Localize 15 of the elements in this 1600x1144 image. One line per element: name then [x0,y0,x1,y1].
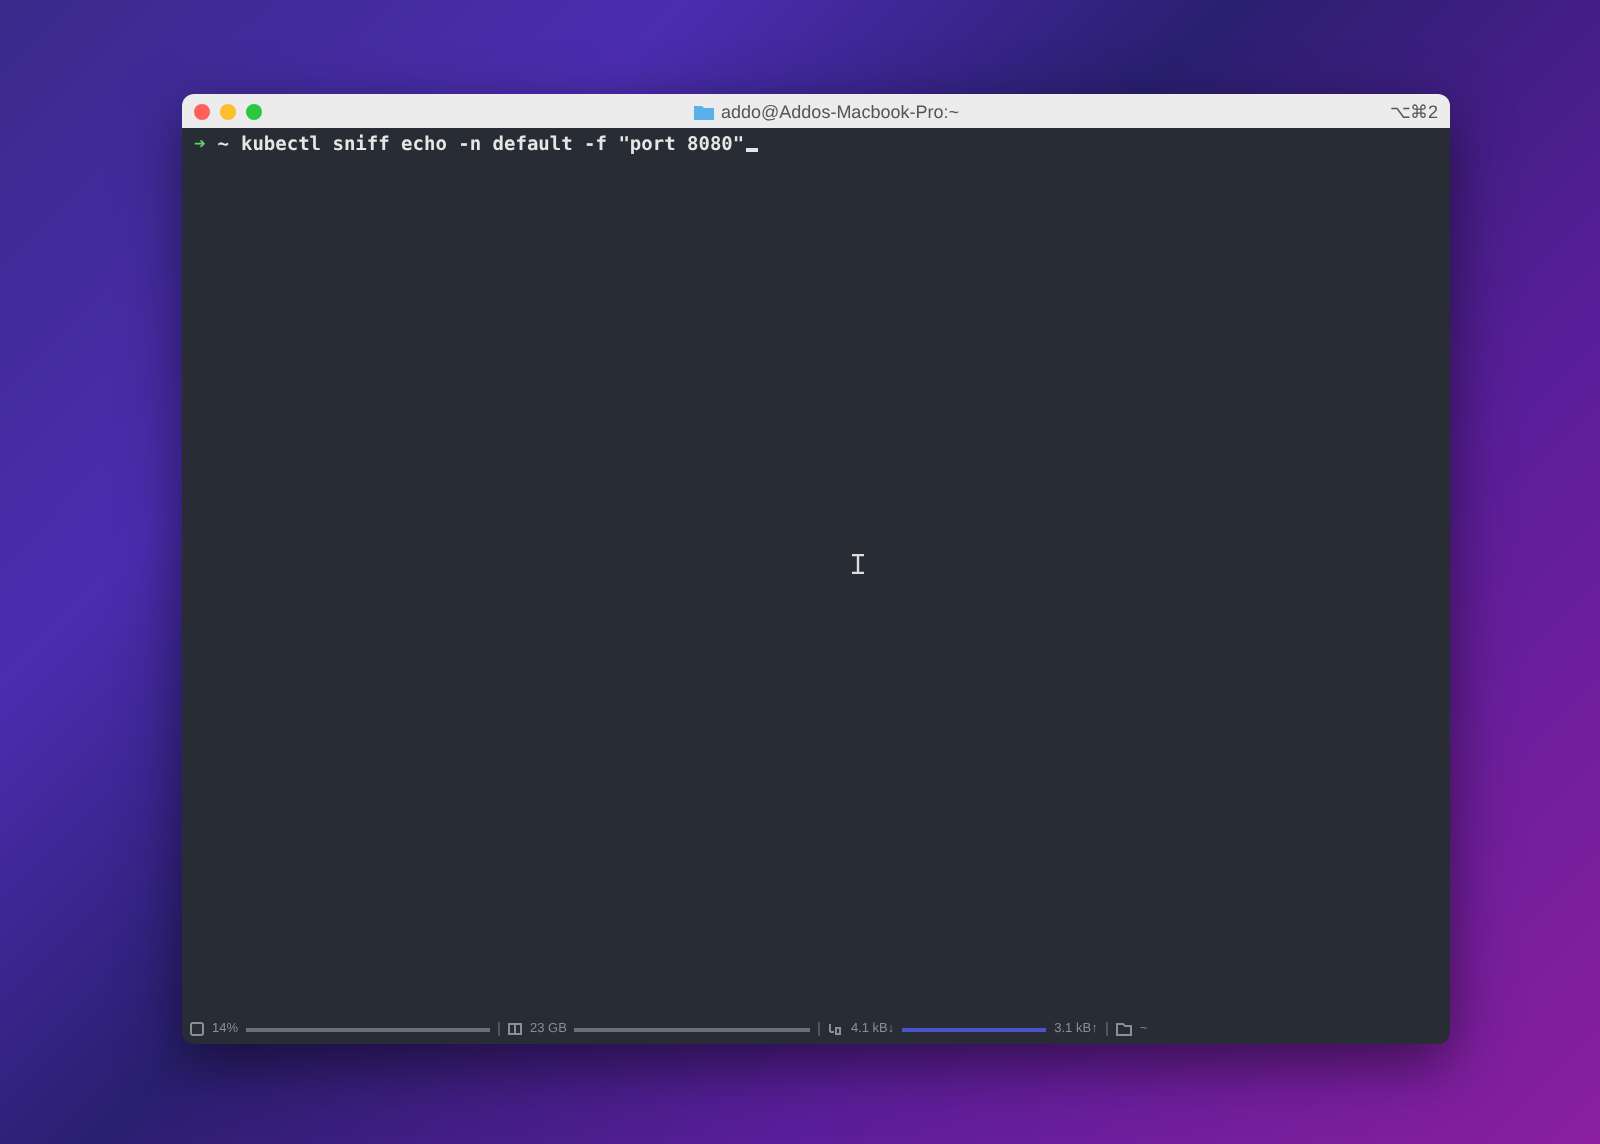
command-text: kubectl sniff echo -n default -f "port 8080" [240,134,745,156]
zoom-button[interactable] [246,103,262,119]
folder-icon [1115,1021,1132,1035]
folder-icon [693,103,714,119]
cpu-icon [190,1021,204,1035]
prompt-arrow: ➜ [194,134,206,156]
minimize-button[interactable] [220,103,236,119]
i-beam-cursor-icon [852,554,864,574]
text-cursor [746,148,759,152]
memory-icon [508,1021,523,1035]
close-button[interactable] [194,103,210,119]
network-icon [828,1021,843,1035]
window-title: addo@Addos-Macbook-Pro:~ [721,101,959,121]
window-shortcut: ⌥⌘2 [1389,101,1438,121]
prompt-directory: ~ [217,134,229,156]
